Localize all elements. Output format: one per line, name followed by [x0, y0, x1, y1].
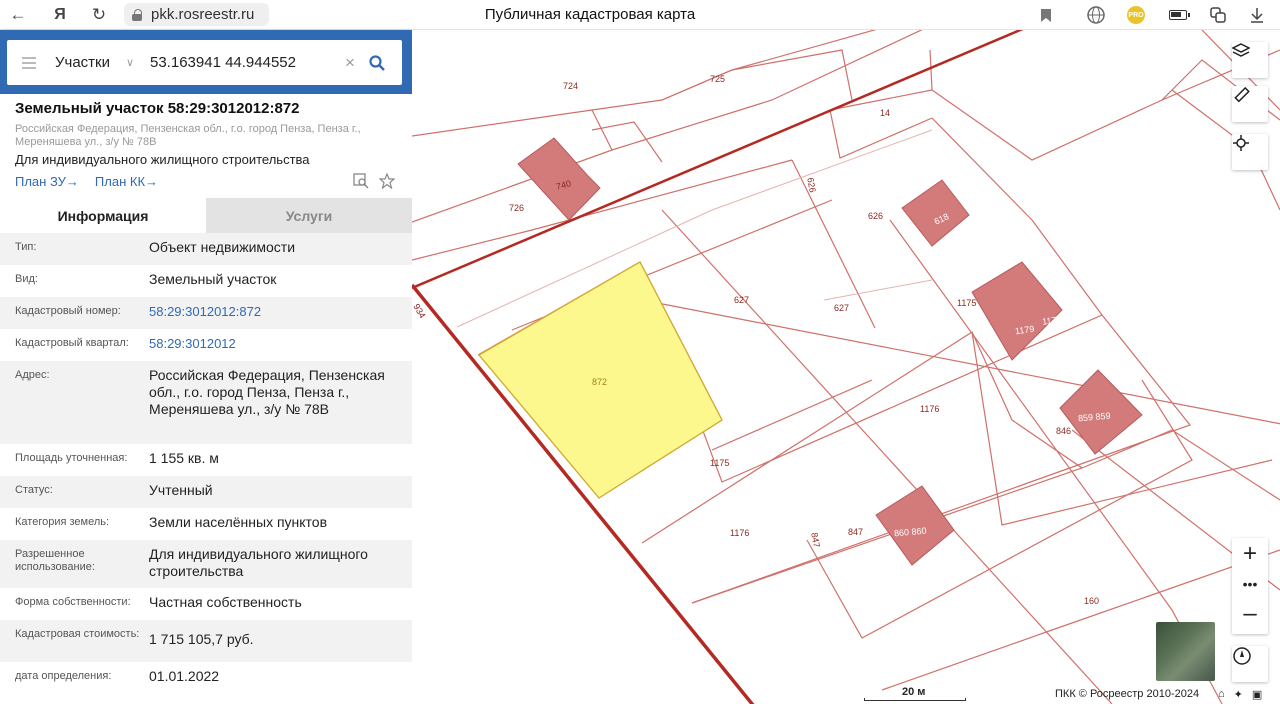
parcel-label: 725 [710, 74, 726, 84]
table-row: Кадастровая стоимость: 1 715 105,7 руб. [0, 620, 412, 662]
table-row: дата определения: 01.01.2022 [15, 668, 220, 684]
menu-icon[interactable] [7, 56, 51, 69]
crosshair-icon [1233, 135, 1249, 151]
parcel-label: 724 [563, 81, 579, 91]
fullscreen-icon[interactable]: ▣ [1252, 688, 1262, 701]
search-bar: Участки ∨ × [0, 30, 412, 94]
table-row: Форма собственности: Частная собственнос… [15, 594, 302, 610]
parcel-label: 626 [868, 211, 884, 221]
parcel-label: 1175 [710, 458, 730, 468]
zoom-in-button[interactable]: + [1232, 538, 1268, 570]
object-title: Земельный участок 58:29:3012012:872 [15, 100, 300, 117]
pro-icon[interactable]: PRO [1124, 3, 1148, 27]
parcel-label: 1176 [920, 404, 940, 414]
parcel-label: 846 [1056, 426, 1072, 436]
parcel-label: 626 [805, 176, 818, 194]
scale-label: 20 м [902, 686, 926, 698]
extensions-icon[interactable] [1206, 3, 1230, 27]
parcel-label: 14 [880, 108, 891, 118]
compass-icon [1233, 647, 1251, 665]
parcel-label: 1176 [730, 528, 750, 538]
search-input[interactable] [150, 54, 338, 71]
plan-zu-link[interactable]: План ЗУ→ [15, 174, 79, 189]
parcel-label: 726 [509, 203, 525, 213]
globe-icon[interactable] [1084, 3, 1108, 27]
parcel-label: 160 [1084, 596, 1100, 606]
table-row: Разрешенное использование: Для индивидуа… [0, 540, 412, 588]
scale-bar [864, 698, 966, 701]
back-arrow-icon[interactable]: ← [6, 4, 30, 26]
cadastral-number-link[interactable]: 58:29:3012012:872 [149, 303, 404, 320]
parcel-label: 1179 [1014, 323, 1035, 337]
parcel-label: 1175 [957, 298, 977, 308]
star-icon[interactable] [378, 172, 396, 194]
attribute-table: Тип: Объект недвижимости Вид: Земельный … [0, 233, 412, 694]
parcel-label: 847 [848, 527, 864, 537]
tab-information[interactable]: Информация [0, 198, 206, 233]
reload-icon[interactable]: ↻ [87, 4, 111, 26]
ruler-icon [1234, 86, 1250, 103]
layers-button[interactable] [1232, 42, 1268, 78]
minimap-thumbnail[interactable] [1156, 622, 1215, 681]
chevron-down-icon[interactable]: ∨ [126, 56, 150, 69]
table-row: Вид: Земельный участок [15, 271, 277, 287]
table-row: Адрес: Российская Федерация, Пензенская … [0, 361, 412, 444]
parcel-label: 618 [932, 211, 951, 227]
object-address: Российская Федерация, Пензенская обл., г… [15, 123, 361, 148]
parcel-label: 847 [809, 531, 822, 549]
table-row: Площадь уточненная: 1 155 кв. м [15, 450, 219, 466]
search-type-select[interactable]: Участки [51, 54, 126, 71]
home-icon[interactable]: ⌂ [1218, 688, 1225, 701]
locate-button[interactable] [1232, 134, 1268, 170]
ruler-button[interactable] [1232, 86, 1268, 122]
lock-icon [132, 8, 142, 21]
battery-icon [1166, 3, 1190, 27]
search-box: Участки ∨ × [7, 40, 402, 85]
location-icon[interactable]: ✦ [1234, 688, 1243, 701]
table-row: Кадастровый квартал: 58:29:3012012 [0, 329, 412, 361]
cadastral-quarter-link[interactable]: 58:29:3012012 [149, 335, 404, 352]
bookmark-icon[interactable] [1034, 3, 1058, 27]
parcel-label: 859 859 [1077, 410, 1111, 424]
search-button[interactable] [362, 54, 392, 71]
parcel-label: 860 860 [893, 525, 927, 539]
table-row: Кадастровый номер: 58:29:3012012:872 [0, 297, 412, 329]
browser-toolbar: ← Я ↻ pkk.rosreestr.ru Публичная кадастр… [0, 0, 1280, 30]
info-panel: Участки ∨ × Земельный участок 58:29:3012… [0, 30, 412, 704]
more-icon[interactable]: ••• [1232, 570, 1268, 598]
cadastral-map[interactable]: 724 725 14 740 726 626 626 618 627 627 1… [412, 30, 1280, 704]
parcel-label: 627 [734, 295, 750, 305]
parcel-label: 1179 1179 [1041, 311, 1084, 327]
table-row: Статус: Учтенный [0, 476, 412, 508]
page-title: Публичная кадастровая карта [484, 6, 696, 23]
panel-tabs: Информация Услуги [0, 198, 412, 233]
parcel-label: 627 [834, 303, 850, 313]
clear-icon[interactable]: × [338, 53, 362, 73]
url-text: pkk.rosreestr.ru [151, 6, 255, 23]
yandex-icon[interactable]: Я [48, 4, 72, 26]
layers-icon [1232, 43, 1250, 57]
parcel-label: 934 [412, 301, 428, 321]
search-icon [369, 54, 385, 71]
table-row: Тип: Объект недвижимости [0, 233, 412, 265]
zoom-controls: + ••• – [1232, 538, 1268, 634]
parcel-label: 740 [554, 178, 573, 192]
table-row: Категория земель: Земли населённых пункт… [15, 514, 328, 530]
plan-kk-link[interactable]: План КК→ [95, 174, 158, 189]
compass-button[interactable] [1232, 646, 1268, 682]
download-icon[interactable] [1245, 3, 1269, 27]
zoom-out-button[interactable]: – [1232, 598, 1268, 630]
tab-services[interactable]: Услуги [206, 198, 412, 233]
copyright-text: ПКК © Росреестр 2010-2024 [1055, 688, 1200, 700]
parcel-label: 872 [592, 377, 608, 387]
address-bar[interactable]: pkk.rosreestr.ru [124, 3, 269, 26]
object-use: Для индивидуального жилищного строительс… [15, 152, 310, 167]
zoom-to-object-icon[interactable] [353, 173, 369, 194]
